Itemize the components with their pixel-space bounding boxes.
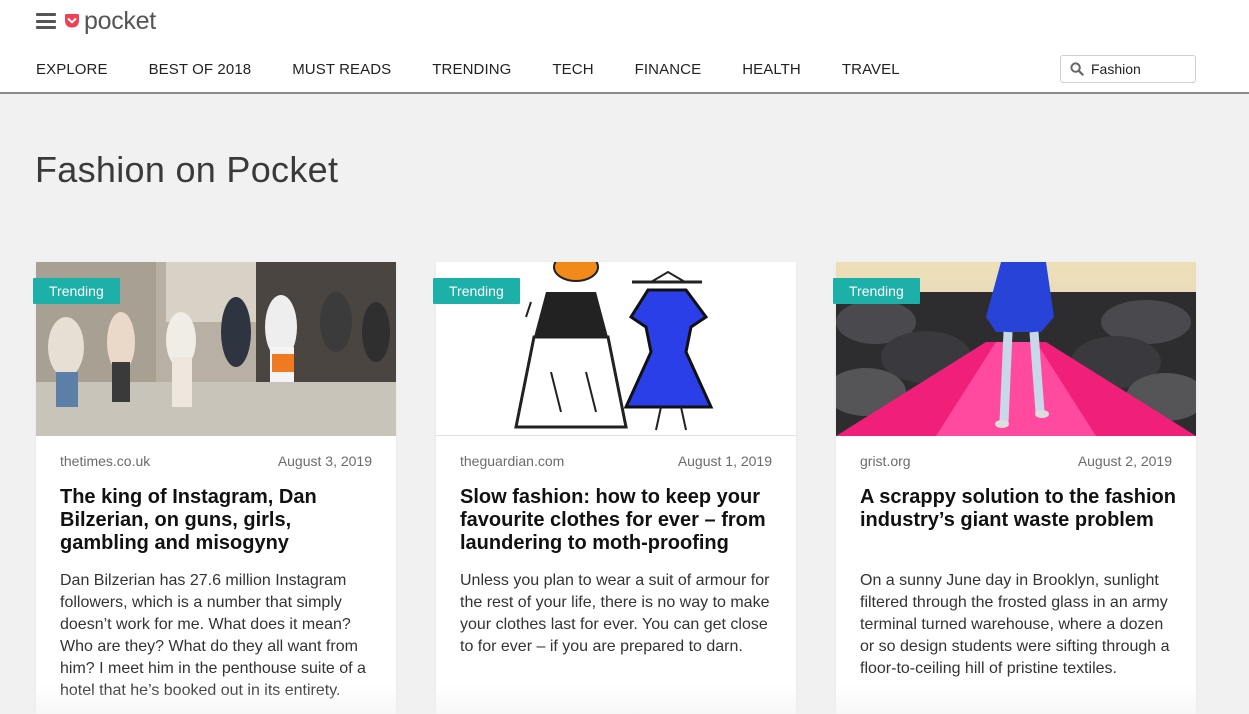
article-date: August 2, 2019 — [1077, 453, 1172, 469]
article-card-2[interactable]: theguardian.com August 1, 2019 Slow fash… — [436, 262, 796, 714]
article-card-1[interactable]: thetimes.co.uk August 3, 2019 The king o… — [36, 262, 396, 714]
article-title[interactable]: The king of Instagram, Dan Bilzerian, on… — [60, 486, 376, 555]
article-meta-3: grist.org August 2, 2019 — [860, 453, 1172, 469]
trending-badge: Trending — [833, 278, 920, 304]
pocket-logo-icon — [65, 14, 79, 28]
trending-badge: Trending — [33, 278, 120, 304]
article-source[interactable]: theguardian.com — [460, 453, 564, 469]
search-input[interactable] — [1091, 61, 1183, 77]
article-source[interactable]: thetimes.co.uk — [60, 453, 150, 469]
article-title[interactable]: Slow fashion: how to keep your favourite… — [460, 486, 776, 555]
article-source[interactable]: grist.org — [860, 453, 911, 469]
article-excerpt: Unless you plan to wear a suit of armour… — [460, 572, 770, 655]
article-date: August 3, 2019 — [277, 453, 372, 469]
search-icon — [1070, 62, 1084, 76]
pocket-logo[interactable]: pocket — [64, 6, 156, 36]
nav-best-of-2018[interactable]: BEST OF 2018 — [149, 61, 252, 78]
trending-badge: Trending — [433, 278, 520, 304]
article-meta-1: thetimes.co.uk August 3, 2019 — [60, 453, 372, 469]
nav-explore[interactable]: EXPLORE — [36, 61, 108, 78]
article-date: August 1, 2019 — [677, 453, 772, 469]
menu-icon[interactable] — [36, 13, 56, 29]
search-box[interactable] — [1060, 55, 1196, 83]
article-excerpt: Dan Bilzerian has 27.6 million Instagram… — [60, 572, 366, 699]
article-excerpt: On a sunny June day in Brooklyn, sunligh… — [860, 572, 1170, 677]
nav-trending[interactable]: TRENDING — [432, 61, 511, 78]
nav-tech[interactable]: TECH — [552, 61, 593, 78]
nav-finance[interactable]: FINANCE — [635, 61, 702, 78]
article-meta-2: theguardian.com August 1, 2019 — [460, 453, 772, 469]
nav-travel[interactable]: TRAVEL — [842, 61, 900, 78]
article-card-3[interactable]: grist.org August 2, 2019 A scrappy solut… — [836, 262, 1196, 714]
page-title: Fashion on Pocket — [35, 149, 339, 190]
main-nav: EXPLORE BEST OF 2018 MUST READS TRENDING… — [36, 61, 941, 78]
nav-health[interactable]: HEALTH — [742, 61, 801, 78]
nav-must-reads[interactable]: MUST READS — [292, 61, 391, 78]
article-title[interactable]: A scrappy solution to the fashion indust… — [860, 486, 1176, 532]
logo-text: pocket — [84, 6, 156, 35]
top-bar: pocket EXPLORE BEST OF 2018 MUST READS T… — [0, 0, 1249, 94]
